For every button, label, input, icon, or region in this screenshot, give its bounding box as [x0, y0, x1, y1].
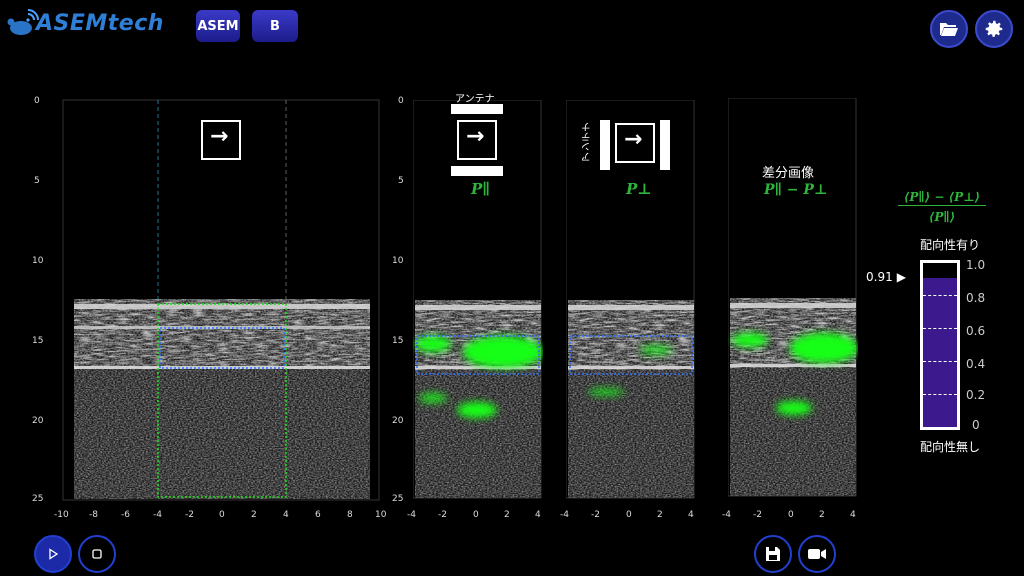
settings-button[interactable]	[975, 10, 1013, 48]
save-button[interactable]	[754, 535, 792, 573]
x-tick: 2	[819, 510, 825, 520]
y-tick: 5	[398, 176, 404, 186]
difference-formula: P∥ − P⊥	[764, 182, 828, 198]
scale-value-label: 0.91	[866, 269, 893, 284]
main-ultrasound-image	[62, 99, 380, 501]
scale-tick: 0.2	[966, 388, 986, 402]
x-tick: -4	[153, 510, 162, 520]
main-arrow-icon: →	[210, 124, 229, 149]
play-button[interactable]	[34, 535, 72, 573]
y-tick: 10	[32, 256, 44, 266]
x-tick: -4	[560, 510, 569, 520]
orientation-scale-bar	[920, 260, 960, 430]
y-tick: 0	[398, 96, 404, 106]
scale-tick: 1.0	[966, 258, 986, 272]
x-tick: 0	[788, 510, 794, 520]
floppy-disk-icon	[766, 547, 780, 561]
record-video-button[interactable]	[798, 535, 836, 573]
x-tick: 4	[535, 510, 541, 520]
scale-formula-denominator: ⟨P∥⟩	[928, 210, 956, 224]
x-tick: 2	[251, 510, 257, 520]
x-tick: 8	[347, 510, 353, 520]
orientation-scale-fill	[923, 277, 957, 427]
difference-panel: 差分画像 P∥ − P⊥ -4 -2 0 2 4	[722, 98, 858, 530]
x-tick: -6	[121, 510, 130, 520]
x-tick: -4	[407, 510, 416, 520]
y-tick: 0	[34, 96, 40, 106]
y-tick: 15	[392, 336, 404, 346]
mode-button-asem[interactable]: ASEM	[196, 10, 240, 42]
p-perp-panel: アンテナ → P⊥ -4 -2 0 2 4	[560, 100, 696, 530]
x-tick: -2	[591, 510, 600, 520]
x-tick: 4	[688, 510, 694, 520]
x-tick: 4	[850, 510, 856, 520]
antenna-label-vertical: アンテナ	[582, 122, 593, 162]
p-perp-label: P⊥	[626, 180, 652, 198]
x-tick: 6	[315, 510, 321, 520]
x-tick: -4	[722, 510, 731, 520]
scale-tick: 0	[972, 418, 980, 432]
x-tick: 2	[657, 510, 663, 520]
scale-tick: 0.4	[966, 357, 986, 371]
difference-image	[728, 98, 858, 497]
x-tick: -10	[54, 510, 69, 520]
triangle-right-icon: ▶	[896, 269, 906, 284]
x-tick: 10	[375, 510, 387, 520]
stop-icon	[92, 549, 102, 559]
scale-gridline	[923, 328, 957, 329]
x-tick: -2	[185, 510, 194, 520]
play-icon	[49, 548, 59, 560]
y-tick: 25	[32, 494, 44, 504]
logo-text: ASEMtech	[36, 11, 164, 36]
scale-formula-numerator: ⟨P∥⟩ − ⟨P⊥⟩	[898, 190, 986, 206]
p-perp-arrow-icon: →	[624, 127, 643, 152]
p-parallel-panel: アンテナ → P∥ -4 -2 0 2 4	[407, 94, 543, 530]
scale-gridline	[923, 361, 957, 362]
x-tick: 0	[219, 510, 225, 520]
y-tick: 15	[32, 336, 44, 346]
x-tick: -2	[753, 510, 762, 520]
antenna-label: アンテナ	[455, 94, 495, 105]
y-tick: 25	[392, 494, 404, 504]
x-tick: 0	[626, 510, 632, 520]
x-tick: 2	[504, 510, 510, 520]
main-ultrasound-panel: → 0 5 10 15 20 25 -10 -8 -6 -4 -2 0 2 4 …	[30, 94, 390, 524]
scale-gridline	[923, 394, 957, 395]
folder-open-icon	[940, 23, 958, 36]
stop-button[interactable]	[78, 535, 116, 573]
p-parallel-arrow-icon: →	[466, 124, 485, 149]
scale-value-marker: 0.91 ▶	[866, 270, 906, 284]
p-parallel-image	[413, 100, 543, 499]
y-tick: 5	[34, 176, 40, 186]
y-tick: 20	[392, 416, 404, 426]
video-camera-icon	[808, 549, 826, 559]
p-parallel-label: P∥	[471, 180, 491, 198]
scale-top-label: 配向性有り	[920, 238, 981, 252]
difference-title: 差分画像	[762, 166, 815, 181]
mode-button-b[interactable]: B	[252, 10, 298, 42]
scale-bottom-label: 配向性無し	[920, 440, 981, 454]
gear-icon	[985, 20, 1003, 37]
y-tick: 10	[392, 256, 404, 266]
open-folder-button[interactable]	[930, 10, 968, 48]
scale-gridline	[923, 295, 957, 296]
x-tick: 0	[473, 510, 479, 520]
x-tick: -2	[438, 510, 447, 520]
y-tick: 20	[32, 416, 44, 426]
x-tick: 4	[283, 510, 289, 520]
scale-tick: 0.8	[966, 291, 986, 305]
scale-tick: 0.6	[966, 324, 986, 338]
turtle-logo-icon	[7, 9, 39, 35]
x-tick: -8	[89, 510, 98, 520]
